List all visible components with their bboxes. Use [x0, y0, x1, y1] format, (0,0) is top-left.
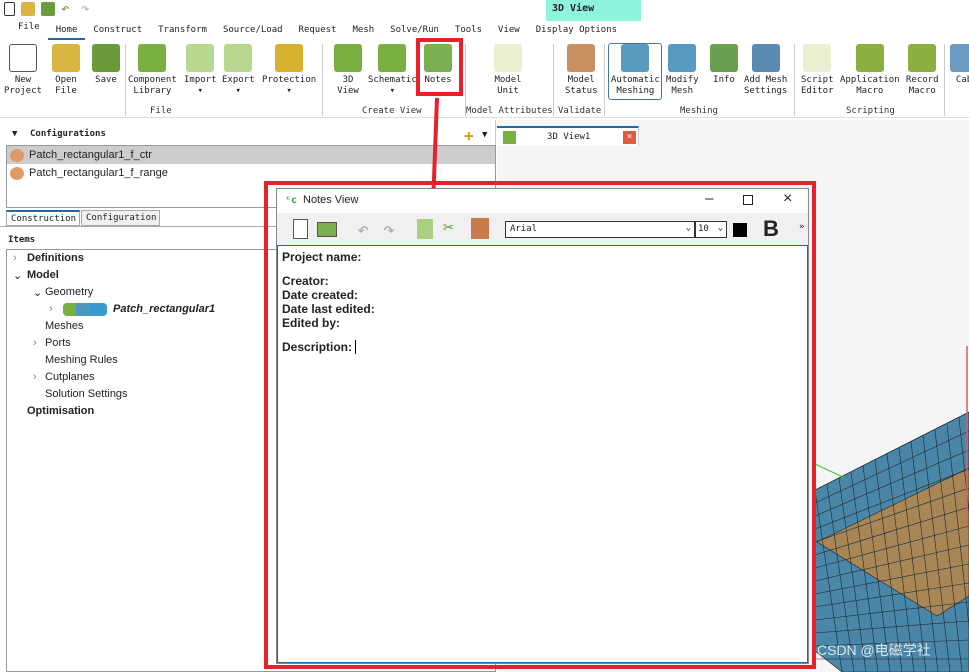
text-cursor [355, 340, 360, 354]
overflow-chevron-icon[interactable]: » [799, 222, 804, 232]
title-bar: ᶜc Notes View — × [277, 189, 808, 213]
maximize-button[interactable] [743, 195, 753, 205]
font-value: Arial [510, 224, 538, 234]
text-color-button[interactable] [733, 223, 747, 237]
date-created-label: Date created: [282, 288, 359, 302]
app-icon: ᶜc [285, 195, 298, 206]
redo-icon[interactable]: ↷ [383, 217, 395, 241]
font-size-select[interactable]: 10 ⌄ [695, 221, 727, 238]
project-name-label: Project name: [282, 250, 362, 264]
notes-toolbar: ↶ ↷ ✂ Arial ⌄ 10 ⌄ B » [277, 213, 808, 245]
notes-editor[interactable]: Project name: Creator: Date created: Dat… [277, 245, 808, 663]
bold-button[interactable]: B [763, 216, 779, 242]
edited-by-label: Edited by: [282, 316, 341, 330]
minimize-button[interactable]: — [705, 191, 713, 207]
close-button[interactable]: × [783, 190, 792, 208]
paste-icon[interactable] [471, 218, 489, 239]
creator-label: Creator: [282, 274, 329, 288]
print-icon[interactable] [317, 222, 337, 237]
undo-icon[interactable]: ↶ [357, 217, 369, 241]
description-label: Description: [282, 340, 353, 354]
notes-view-window: ᶜc Notes View — × ↶ ↷ ✂ Arial ⌄ 10 ⌄ B » P… [276, 188, 809, 664]
copy-icon[interactable] [417, 219, 433, 239]
font-size-value: 10 [698, 224, 709, 234]
new-icon[interactable] [293, 219, 308, 239]
cut-icon[interactable]: ✂ [443, 217, 454, 238]
date-last-edited-label: Date last edited: [282, 302, 375, 316]
font-select[interactable]: Arial ⌄ [505, 221, 695, 238]
window-title: Notes View [303, 194, 359, 206]
